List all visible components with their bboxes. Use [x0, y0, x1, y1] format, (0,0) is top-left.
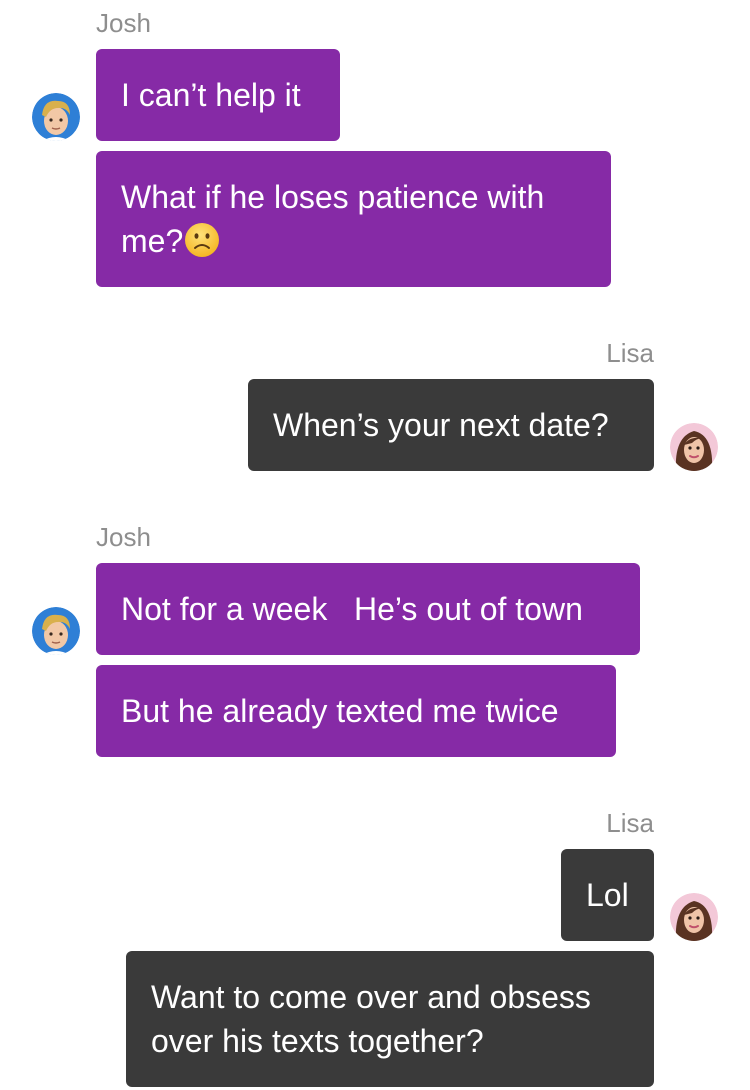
avatar-lisa[interactable] [670, 423, 718, 471]
sender-name-josh: Josh [96, 522, 151, 552]
message-text: Want to come over and obsess over his te… [151, 979, 600, 1059]
avatar-josh[interactable] [32, 93, 80, 141]
slightly-frowning-face-icon [184, 222, 220, 258]
message-bubble[interactable]: What if he loses patience with me? [96, 151, 611, 287]
message-bubble[interactable]: Lol [561, 849, 654, 941]
sender-name-lisa: Lisa [606, 338, 654, 368]
message-bubble[interactable]: Not for a week He’s out of town [96, 563, 640, 655]
message-text: But he already texted me twice [121, 693, 559, 729]
message-bubble[interactable]: But he already texted me twice [96, 665, 616, 757]
message-text: I can’t help it [121, 77, 301, 113]
message-text: Not for a week He’s out of town [121, 591, 583, 627]
avatar-lisa-icon [670, 423, 718, 471]
sender-name-josh: Josh [96, 8, 151, 38]
message-bubble[interactable]: I can’t help it [96, 49, 340, 141]
message-bubble[interactable]: When’s your next date? [248, 379, 654, 471]
avatar-lisa-icon [670, 893, 718, 941]
avatar-josh-icon [32, 607, 80, 655]
avatar-josh[interactable] [32, 607, 80, 655]
avatar-lisa[interactable] [670, 893, 718, 941]
avatar-josh-icon [32, 93, 80, 141]
message-bubble[interactable]: Want to come over and obsess over his te… [126, 951, 654, 1087]
message-text: Lol [586, 877, 629, 913]
message-text: When’s your next date? [273, 407, 609, 443]
sender-name-lisa: Lisa [606, 808, 654, 838]
